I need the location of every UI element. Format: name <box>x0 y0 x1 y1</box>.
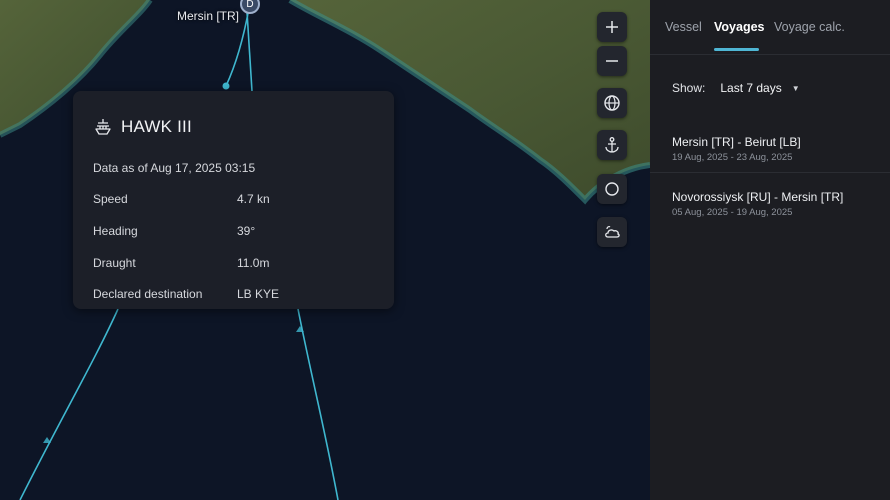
field-value: 11.0m <box>237 256 270 270</box>
field-value: 4.7 kn <box>237 192 270 206</box>
period-dropdown[interactable]: Last 7 days ▼ <box>720 81 799 95</box>
voyage-dates: 05 Aug, 2025 - 19 Aug, 2025 <box>672 207 793 218</box>
field-label: Draught <box>93 256 136 270</box>
anchor-button[interactable] <box>597 130 627 160</box>
field-label: Speed <box>93 192 128 206</box>
anchor-icon <box>605 137 619 153</box>
ship-icon <box>95 119 111 135</box>
zoom-out-button[interactable] <box>597 46 627 76</box>
side-panel: Vessel Voyages Voyage calc. Show: Last 7… <box>650 0 890 500</box>
zoom-out-icon <box>606 60 618 62</box>
show-filter: Show: Last 7 days ▼ <box>672 81 800 95</box>
circle-icon <box>605 182 619 196</box>
tab-voyages[interactable]: Voyages <box>714 20 765 34</box>
zoom-in-button[interactable] <box>597 12 627 42</box>
vessel-name: HAWK III <box>121 117 192 136</box>
port-label[interactable]: Mersin [TR] <box>177 9 239 23</box>
data-timestamp: Data as of Aug 17, 2025 03:15 <box>93 161 256 175</box>
caret-down-icon: ▼ <box>791 83 800 93</box>
field-label: Heading <box>93 224 138 238</box>
globe-button[interactable] <box>597 88 627 118</box>
active-tab-indicator <box>714 48 759 51</box>
weather-icon <box>605 226 620 238</box>
tab-voyage-calc[interactable]: Voyage calc. <box>774 20 845 34</box>
zoom-in-icon <box>606 21 618 33</box>
circle-button[interactable] <box>597 174 627 204</box>
voyage-route: Mersin [TR] - Beirut [LB] <box>672 135 801 149</box>
field-value: LB KYE <box>237 287 280 301</box>
field-value: 39° <box>237 224 256 238</box>
voyage-item[interactable]: Mersin [TR] - Beirut [LB] 19 Aug, 2025 -… <box>650 127 890 173</box>
field-label: Declared destination <box>93 287 203 301</box>
voyage-dates: 19 Aug, 2025 - 23 Aug, 2025 <box>672 152 793 163</box>
vessel-info-card: HAWK III Data as of Aug 17, 2025 03:15 S… <box>73 91 394 309</box>
map-view[interactable]: Mersin [TR] D HAWK III Data as of Aug 17… <box>0 0 650 500</box>
vessel-position <box>222 82 230 90</box>
globe-icon <box>604 95 620 111</box>
panel-tabs: Vessel Voyages Voyage calc. <box>650 0 890 55</box>
tab-vessel[interactable]: Vessel <box>665 20 702 34</box>
show-label: Show: <box>672 81 706 95</box>
voyage-item[interactable]: Novorossiysk [RU] - Mersin [TR] 05 Aug, … <box>650 182 890 227</box>
period-value: Last 7 days <box>720 81 782 95</box>
voyage-route: Novorossiysk [RU] - Mersin [TR] <box>672 190 844 204</box>
weather-button[interactable] <box>597 217 627 247</box>
